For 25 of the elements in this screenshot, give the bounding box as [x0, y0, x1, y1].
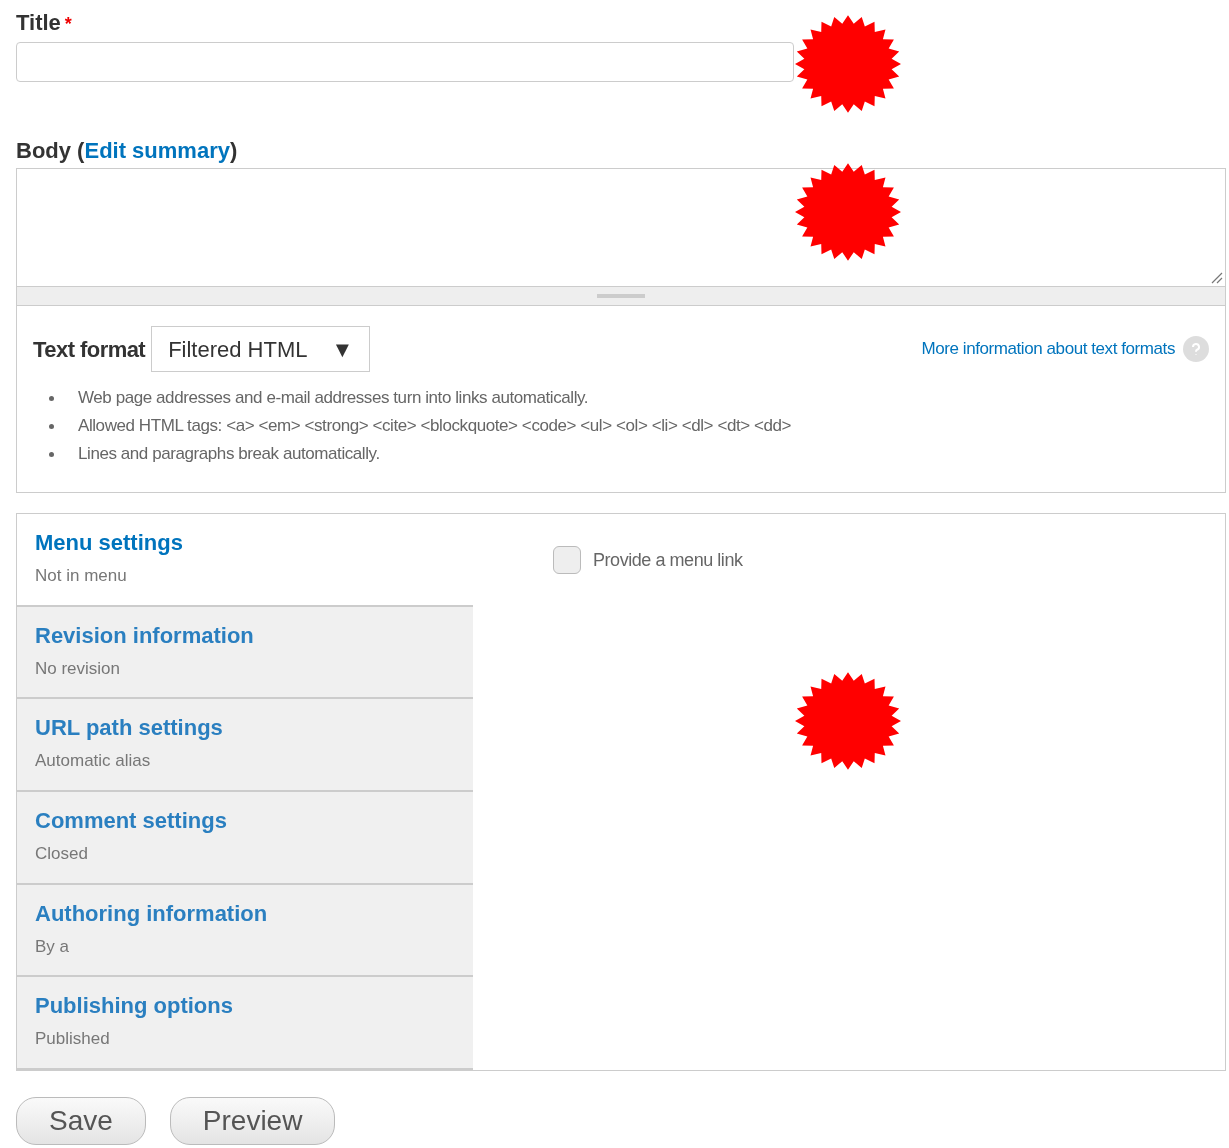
- vertical-tab[interactable]: Menu settings Not in menu: [17, 514, 473, 607]
- field-label: Body (Edit summary): [16, 138, 238, 163]
- text-format-label: Text format: [33, 335, 146, 364]
- title-input-field[interactable]: [16, 42, 794, 82]
- required-mark: *: [64, 13, 72, 36]
- resize-handle-icon[interactable]: [1209, 270, 1223, 284]
- help-icon[interactable]: [1183, 336, 1209, 362]
- preview-button[interactable]: Preview: [169, 1097, 336, 1145]
- starburst-icon: [795, 163, 901, 261]
- field-label: Title: [16, 9, 61, 37]
- tip-text: Lines and paragraphs break automatically.: [78, 443, 380, 466]
- bullet-icon: [49, 451, 54, 457]
- starburst-icon: [795, 15, 901, 113]
- resize-grip[interactable]: [17, 287, 1225, 305]
- text-format-select[interactable]: Filtered HTML ▼: [151, 326, 371, 372]
- tip-text: Allowed HTML tags: <a> <em> <strong> <cite> <blockquote> <code> <ul> <ol> <li> <dl> <dt> <dd>: [78, 415, 792, 438]
- checkbox-label: Provide a menu link: [593, 548, 743, 572]
- bullet-icon: [49, 423, 54, 429]
- edit-summary-link[interactable]: Edit summary: [84, 138, 230, 163]
- save-button[interactable]: Save: [16, 1097, 146, 1145]
- help-link[interactable]: More information about text formats: [921, 336, 1175, 362]
- checkbox[interactable]: [553, 546, 581, 574]
- bullet-icon: [49, 395, 54, 401]
- starburst-icon: [795, 672, 901, 770]
- tip-text: Web page addresses and e-mail addresses turn into links automatically.: [78, 387, 589, 410]
